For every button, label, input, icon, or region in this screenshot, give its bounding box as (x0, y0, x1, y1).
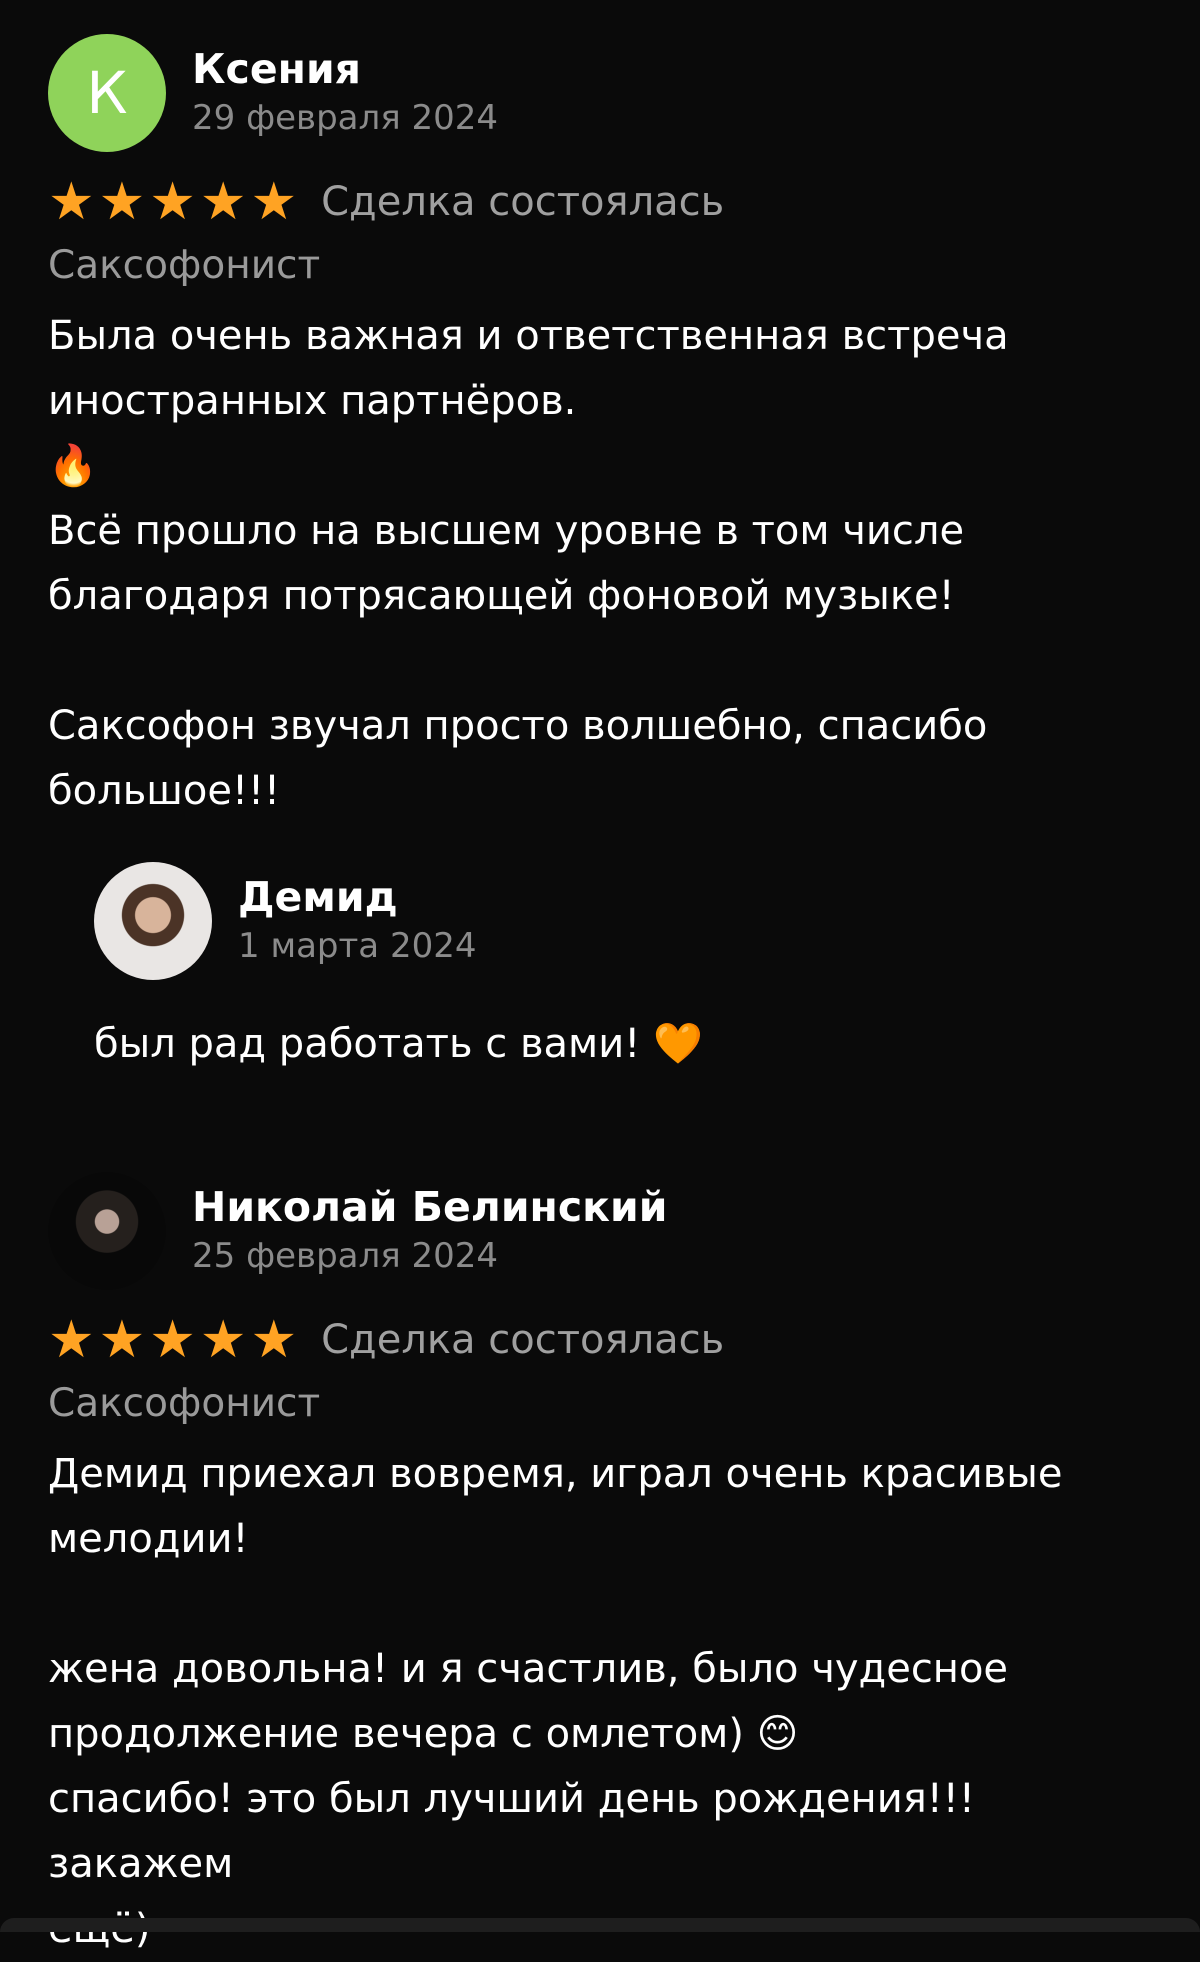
review-date: 25 февраля 2024 (192, 1236, 499, 1276)
rating-row: ★ ★ ★ ★ ★ Сделка состоялась (48, 1304, 1158, 1376)
avatar[interactable] (48, 1172, 166, 1290)
reply-date: 1 марта 2024 (238, 926, 477, 966)
avatar[interactable]: К (48, 34, 166, 152)
review-card-nikolay: Николай Белинский 25 февраля 2024 ★ ★ ★ … (48, 1172, 1158, 1962)
deal-status: Сделка состоялась (321, 179, 725, 225)
star-icon: ★ (48, 172, 95, 232)
review-header: К Ксения 29 февраля 2024 (48, 34, 1158, 152)
seller-reply: Демид 1 марта 2024 был рад работать с ва… (94, 862, 1094, 1077)
star-icon: ★ (199, 172, 247, 232)
star-rating: ★ ★ ★ ★ ★ (48, 176, 297, 228)
reviewer-name[interactable]: Ксения (192, 44, 498, 94)
star-icon: ★ (250, 172, 298, 232)
star-rating: ★ ★ ★ ★ ★ (48, 1314, 297, 1366)
star-icon: ★ (48, 1310, 95, 1370)
service-category: Саксофонист (48, 243, 321, 288)
star-icon: ★ (199, 1310, 247, 1370)
star-icon: ★ (149, 1310, 196, 1370)
next-card-edge (0, 1918, 1200, 1932)
star-icon: ★ (149, 172, 196, 232)
reply-text: был рад работать с вами! 🧡 (94, 1021, 703, 1067)
rating-row: ★ ★ ★ ★ ★ Сделка состоялась (48, 166, 1158, 238)
review-text: Демид приехал вовремя, играл очень краси… (48, 1451, 1063, 1952)
service-category: Саксофонист (48, 1381, 321, 1426)
review-header: Николай Белинский 25 февраля 2024 (48, 1172, 1158, 1290)
avatar[interactable] (94, 862, 212, 980)
reply-author-name[interactable]: Демид (238, 872, 476, 922)
review-text: Была очень важная и ответственная встреч… (48, 313, 1009, 814)
reply-meta: Демид 1 марта 2024 (238, 872, 476, 970)
star-icon: ★ (250, 1310, 298, 1370)
deal-status: Сделка состоялась (321, 1317, 725, 1363)
star-icon: ★ (98, 1310, 146, 1370)
review-date: 29 февраля 2024 (192, 98, 499, 138)
star-icon: ★ (98, 172, 146, 232)
reply-header: Демид 1 марта 2024 (94, 862, 1094, 980)
avatar-letter: К (86, 59, 128, 127)
review-meta: Ксения 29 февраля 2024 (192, 44, 498, 142)
review-meta: Николай Белинский 25 февраля 2024 (192, 1182, 667, 1280)
review-card-kseniya: К Ксения 29 февраля 2024 ★ ★ ★ ★ ★ Сделк… (48, 34, 1158, 1077)
reviewer-name[interactable]: Николай Белинский (192, 1182, 667, 1232)
